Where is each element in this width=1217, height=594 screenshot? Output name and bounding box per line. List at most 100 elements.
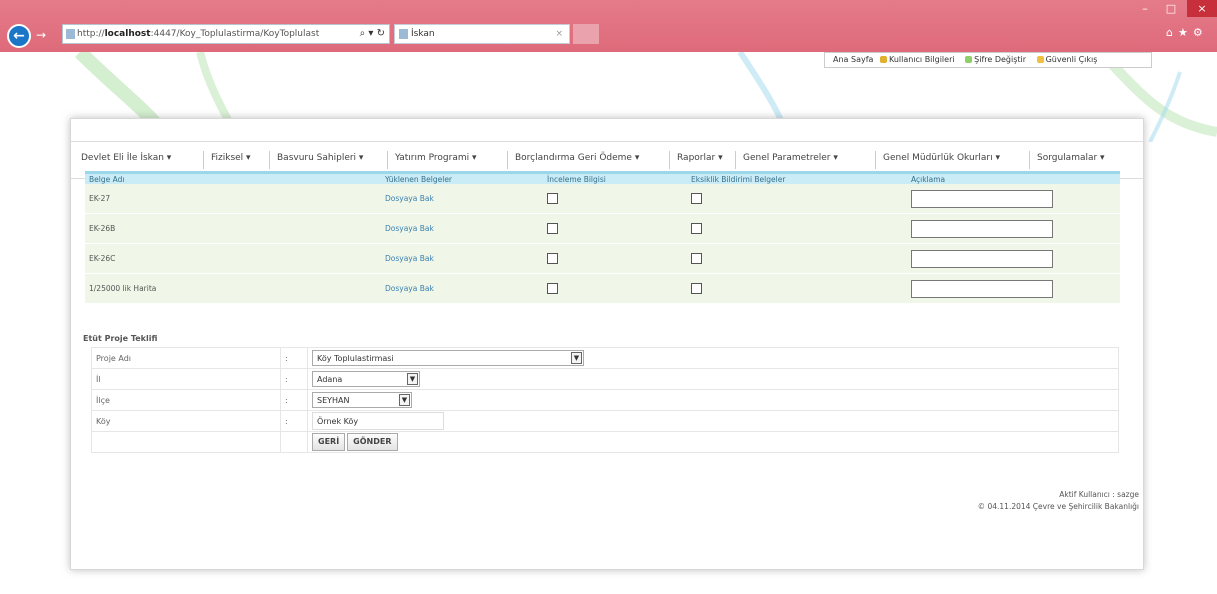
menu-separator [735,151,736,169]
tab-title: İskan [411,29,435,39]
chevron-down-icon: ▼ [407,373,418,385]
project-label: Proje Adı [91,347,281,369]
colon: : [280,347,308,369]
menu-separator [203,151,204,169]
view-file-link[interactable]: Dosyaya Bak [381,243,543,274]
table-row: 1/25000 lik Harita Dosyaya Bak [85,273,1120,304]
forward-arrow-icon[interactable]: → [36,28,46,42]
main-panel: Devlet Eli İle İskan ▾ Fiziksel ▾ Basvur… [70,118,1144,570]
menu-raporlar[interactable]: Raporlar ▾ [677,153,723,163]
ilce-select[interactable]: SEYHAN ▼ [312,392,412,408]
table-row: EK-27 Dosyaya Bak [85,184,1120,214]
menu-separator [269,151,270,169]
menu-devlet-eli[interactable]: Devlet Eli İle İskan ▾ [81,153,171,163]
maximize-button[interactable]: □ [1158,0,1184,17]
review-checkbox[interactable] [547,253,558,264]
menu-genel-mudurluk[interactable]: Genel Müdürlük Okurları ▾ [883,153,1000,163]
menu-separator [1029,151,1030,169]
form-row-koy: Köy : Örnek Köy [91,410,1119,432]
menu-fiziksel[interactable]: Fiziksel ▾ [211,153,251,163]
menu-separator [507,151,508,169]
doc-name: EK-27 [85,184,381,214]
col-inceleme-bilgisi: İnceleme Bilgisi [543,171,687,184]
form-row-project: Proje Adı : Köy Toplulastirmasi ▼ [91,347,1119,369]
favicon-icon [66,29,75,39]
form-row-il: İl : Adana ▼ [91,368,1119,390]
tab-favicon-icon [399,29,408,39]
active-user-text: Aktif Kullanıcı : sazge [1059,490,1139,499]
home-link[interactable]: Ana Sayfa [833,55,873,64]
chevron-down-icon: ▼ [571,352,582,364]
section-title: Etüt Proje Teklifi [83,334,158,343]
browser-tab[interactable]: İskan × [394,24,570,44]
review-checkbox[interactable] [547,193,558,204]
logout-link[interactable]: Güvenli Çıkış [1036,55,1102,64]
minimize-button[interactable]: – [1132,0,1158,17]
tab-close-icon[interactable]: × [555,25,563,43]
form-row-ilce: İlçe : SEYHAN ▼ [91,389,1119,411]
menu-yatirim-programi[interactable]: Yatırım Programi ▾ [395,153,476,163]
table-row: EK-26C Dosyaya Bak [85,243,1120,274]
address-tools[interactable]: ⌕ ▾ ↻ [360,25,385,43]
project-select[interactable]: Köy Toplulastirmasi ▼ [312,350,584,366]
review-checkbox[interactable] [547,283,558,294]
project-form: Proje Adı : Köy Toplulastirmasi ▼ İl : Ad… [91,347,1119,453]
browser-titlebar: ← → http://localhost:4447/Koy_Toplulasti… [0,0,1217,52]
back-button[interactable]: GERİ [312,433,346,451]
logout-icon [1036,56,1044,63]
key-icon [965,56,973,63]
view-file-link[interactable]: Dosyaya Bak [381,213,543,244]
description-input[interactable] [911,219,1053,238]
copyright-text: © 04.11.2014 Çevre ve Şehircilik Bakanlı… [977,502,1139,511]
user-icon [879,56,887,63]
browser-tools-icons[interactable]: ⌂★⚙ [1166,26,1208,39]
menu-separator [387,151,388,169]
table-header-row: Belge Adı Yüklenen Belgeler İnceleme Bil… [85,171,1120,184]
back-arrow-icon[interactable]: ← [7,24,31,48]
col-yuklenen-belgeler: Yüklenen Belgeler [381,171,543,184]
colon: : [280,368,308,390]
colon: : [280,410,308,432]
submit-button[interactable]: GÖNDER [347,433,398,451]
il-select[interactable]: Adana ▼ [312,371,420,387]
view-file-link[interactable]: Dosyaya Bak [381,184,543,214]
col-belge-adi: Belge Adı [85,171,381,184]
view-file-link[interactable]: Dosyaya Bak [381,273,543,304]
change-password-link[interactable]: Şifre Değiştir [965,55,1030,64]
colon: : [280,389,308,411]
description-input[interactable] [911,189,1053,208]
menu-separator [669,151,670,169]
review-checkbox[interactable] [547,223,558,234]
user-info-link[interactable]: Kullanıcı Bilgileri [879,55,959,64]
ilce-label: İlçe [91,389,281,411]
description-input[interactable] [911,279,1053,298]
missing-checkbox[interactable] [691,283,702,294]
doc-name: EK-26B [85,213,381,244]
close-window-button[interactable]: × [1187,0,1217,17]
missing-checkbox[interactable] [691,253,702,264]
menu-separator [875,151,876,169]
menu-borclandirma[interactable]: Borçlandırma Geri Ödeme ▾ [515,153,639,163]
doc-name: EK-26C [85,243,381,274]
url-text: http://localhost:4447/Koy_Toplulastirma/… [77,29,320,39]
missing-checkbox[interactable] [691,223,702,234]
top-links-bar: Ana Sayfa Kullanıcı Bilgileri Şifre Deği… [824,52,1152,68]
col-eksiklik-bildirimi: Eksiklik Bildirimi Belgeler [687,171,907,184]
koy-field[interactable]: Örnek Köy [312,412,444,430]
form-row-buttons: GERİ GÖNDER [91,431,1119,453]
doc-name: 1/25000 lik Harita [85,273,381,304]
il-label: İl [91,368,281,390]
new-tab-button[interactable] [573,24,599,44]
col-aciklama: Açıklama [907,171,1120,184]
menu-sorgulamalar[interactable]: Sorgulamalar ▾ [1037,153,1105,163]
footer: Aktif Kullanıcı : sazge © 04.11.2014 Çev… [978,489,1139,513]
table-row: EK-26B Dosyaya Bak [85,213,1120,244]
menu-basvuru-sahipleri[interactable]: Basvuru Sahipleri ▾ [277,153,363,163]
missing-checkbox[interactable] [691,193,702,204]
koy-label: Köy [91,410,281,432]
chevron-down-icon: ▼ [399,394,410,406]
menu-genel-parametreler[interactable]: Genel Parametreler ▾ [743,153,838,163]
document-table: Belge Adı Yüklenen Belgeler İnceleme Bil… [85,171,1120,304]
description-input[interactable] [911,249,1053,268]
address-bar[interactable]: http://localhost:4447/Koy_Toplulastirma/… [62,24,390,44]
